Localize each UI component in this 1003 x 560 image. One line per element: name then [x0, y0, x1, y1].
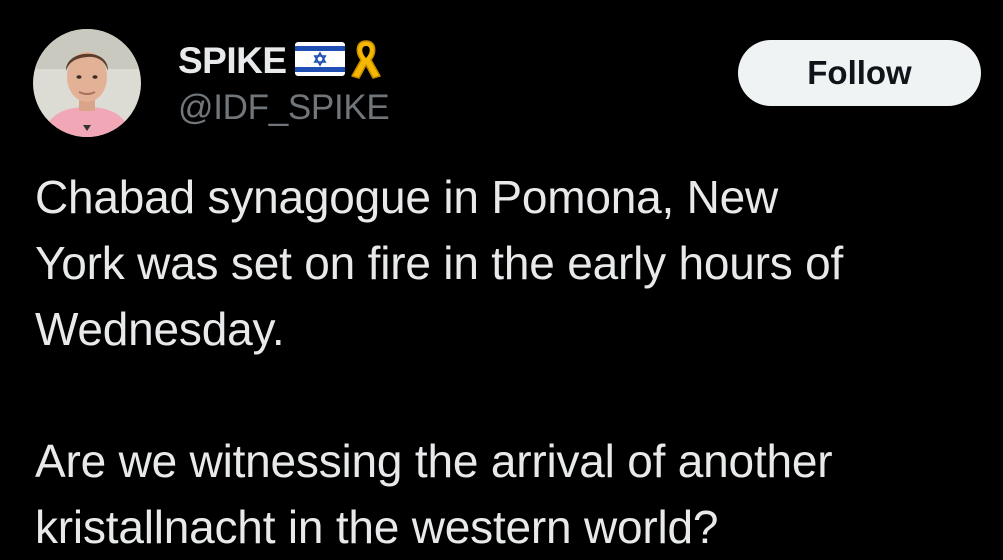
yellow-ribbon-icon: [349, 38, 383, 85]
israel-flag-icon: [294, 41, 345, 81]
author-handle[interactable]: @IDF_SPIKE: [178, 88, 390, 128]
avatar[interactable]: [33, 29, 141, 137]
tweet-paragraph: Are we witnessing the arrival of another…: [35, 435, 833, 553]
follow-button[interactable]: Follow: [738, 40, 981, 106]
tweet-paragraph: Chabad synagogue in Pomona, New York was…: [35, 171, 844, 355]
avatar-image: [33, 29, 141, 137]
tweet-text: Chabad synagogue in Pomona, New York was…: [35, 164, 985, 560]
author-name-row[interactable]: SPIKE: [178, 38, 383, 85]
display-name[interactable]: SPIKE: [178, 40, 287, 82]
